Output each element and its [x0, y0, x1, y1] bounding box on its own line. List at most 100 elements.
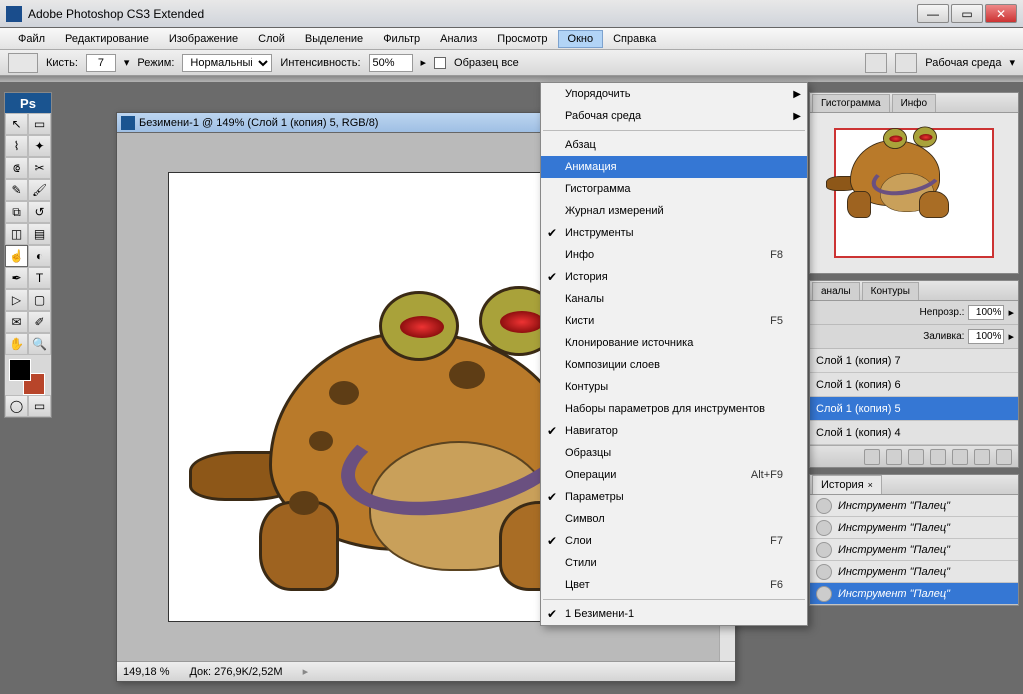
history-brush-tool[interactable]: ↺	[28, 201, 51, 223]
eraser-tool[interactable]: ◫	[5, 223, 28, 245]
menu-файл[interactable]: Файл	[8, 30, 55, 48]
fx-icon[interactable]	[886, 449, 902, 465]
navigator-thumbnail[interactable]	[834, 128, 994, 258]
new-layer-icon[interactable]	[974, 449, 990, 465]
status-arrow-icon[interactable]: ▸	[303, 665, 309, 678]
tab-paths[interactable]: Контуры	[862, 282, 919, 300]
opacity-arrow-icon[interactable]: ▸	[1008, 306, 1014, 319]
workspace-dropdown-icon[interactable]: ▾	[1009, 56, 1015, 69]
menu-item[interactable]: Гистограмма	[541, 178, 807, 200]
menu-item[interactable]: Упорядочить▶	[541, 83, 807, 105]
menu-окно[interactable]: Окно	[558, 30, 604, 48]
tab-history[interactable]: История×	[812, 475, 882, 494]
menu-редактирование[interactable]: Редактирование	[55, 30, 159, 48]
menu-item[interactable]: Образцы	[541, 442, 807, 464]
menu-item[interactable]: Стили	[541, 552, 807, 574]
intensity-input[interactable]	[369, 54, 413, 72]
quickmask-toggle[interactable]: ◯	[5, 395, 28, 417]
notes-tool[interactable]: ✉	[5, 311, 28, 333]
tool-preset-icon[interactable]	[8, 53, 38, 73]
menu-item[interactable]: Рабочая среда▶	[541, 105, 807, 127]
opt-icon-2[interactable]	[895, 53, 917, 73]
stamp-tool[interactable]: ⧉	[5, 201, 28, 223]
slice-tool[interactable]: ✂	[28, 157, 51, 179]
brush-size-input[interactable]	[86, 54, 116, 72]
trash-icon[interactable]	[996, 449, 1012, 465]
menu-слой[interactable]: Слой	[248, 30, 295, 48]
zoom-tool[interactable]: 🔍	[28, 333, 51, 355]
history-row[interactable]: Инструмент "Палец"	[810, 539, 1018, 561]
menu-item[interactable]: КистиF5	[541, 310, 807, 332]
color-swatches[interactable]	[5, 355, 51, 395]
history-row[interactable]: Инструмент "Палец"	[810, 495, 1018, 517]
lock-icon-2[interactable]	[832, 330, 846, 344]
adj-icon[interactable]	[930, 449, 946, 465]
fg-color-swatch[interactable]	[9, 359, 31, 381]
close-button[interactable]: ✕	[985, 4, 1017, 23]
history-row[interactable]: Инструмент "Палец"	[810, 561, 1018, 583]
menu-item[interactable]: Композиции слоев	[541, 354, 807, 376]
link-layers-icon[interactable]	[864, 449, 880, 465]
lock-icon-1[interactable]	[814, 330, 828, 344]
workspace-label[interactable]: Рабочая среда	[925, 57, 1001, 69]
wand-tool[interactable]: ✦	[28, 135, 51, 157]
opt-icon-1[interactable]	[865, 53, 887, 73]
mask-icon[interactable]	[908, 449, 924, 465]
tab-channels[interactable]: аналы	[812, 282, 860, 300]
minimize-button[interactable]: —	[917, 4, 949, 23]
pen-tool[interactable]: ✒	[5, 267, 28, 289]
menu-item[interactable]: ✔1 Безимени-1	[541, 603, 807, 625]
zoom-value[interactable]: 149,18 %	[123, 666, 169, 678]
menu-item[interactable]: ОперацииAlt+F9	[541, 464, 807, 486]
menu-фильтр[interactable]: Фильтр	[373, 30, 430, 48]
menu-item[interactable]: ✔Параметры	[541, 486, 807, 508]
brush-tool[interactable]: 🖌	[28, 179, 51, 201]
hand-tool[interactable]: ✋	[5, 333, 28, 355]
menu-item[interactable]: ✔Инструменты	[541, 222, 807, 244]
history-row[interactable]: Инструмент "Палец"	[810, 583, 1018, 605]
menu-item[interactable]: Символ	[541, 508, 807, 530]
menu-item[interactable]: Наборы параметров для инструментов	[541, 398, 807, 420]
shape-tool[interactable]: ▢	[28, 289, 51, 311]
type-tool[interactable]: T	[28, 267, 51, 289]
gradient-tool[interactable]: ▤	[28, 223, 51, 245]
lasso-tool[interactable]: ⌇	[5, 135, 28, 157]
tab-close-icon[interactable]: ×	[868, 480, 873, 490]
menu-item[interactable]: ИнфоF8	[541, 244, 807, 266]
layer-row[interactable]: Слой 1 (копия) 5	[810, 397, 1018, 421]
brush-dropdown-icon[interactable]: ▾	[124, 56, 130, 69]
menu-item[interactable]: Клонирование источника	[541, 332, 807, 354]
screenmode-toggle[interactable]: ▭	[28, 395, 51, 417]
menu-анализ[interactable]: Анализ	[430, 30, 487, 48]
layer-row[interactable]: Слой 1 (копия) 7	[810, 349, 1018, 373]
group-icon[interactable]	[952, 449, 968, 465]
maximize-button[interactable]: ▭	[951, 4, 983, 23]
lock-icon-3[interactable]	[850, 330, 864, 344]
menu-item[interactable]: Абзац	[541, 134, 807, 156]
menu-выделение[interactable]: Выделение	[295, 30, 373, 48]
menu-item[interactable]: Контуры	[541, 376, 807, 398]
menu-item[interactable]: Каналы	[541, 288, 807, 310]
intensity-arrow-icon[interactable]: ▸	[421, 56, 427, 69]
menu-справка[interactable]: Справка	[603, 30, 666, 48]
sample-all-checkbox[interactable]	[434, 57, 446, 69]
lock-icon-4[interactable]	[868, 330, 882, 344]
menu-изображение[interactable]: Изображение	[159, 30, 248, 48]
menu-item[interactable]: ✔Навигатор	[541, 420, 807, 442]
menu-просмотр[interactable]: Просмотр	[487, 30, 557, 48]
menu-item[interactable]: Журнал измерений	[541, 200, 807, 222]
menu-item[interactable]: Анимация	[541, 156, 807, 178]
menu-item[interactable]: ✔СлоиF7	[541, 530, 807, 552]
opacity-input[interactable]	[968, 305, 1004, 320]
eyedropper-tool[interactable]: ✐	[28, 311, 51, 333]
fill-arrow-icon[interactable]: ▸	[1008, 330, 1014, 343]
marquee-tool[interactable]: ▭	[28, 113, 51, 135]
layer-row[interactable]: Слой 1 (копия) 6	[810, 373, 1018, 397]
layer-row[interactable]: Слой 1 (копия) 4	[810, 421, 1018, 445]
doc-size-value[interactable]: Док: 276,9K/2,52M	[189, 666, 282, 678]
menu-item[interactable]: ✔История	[541, 266, 807, 288]
move-tool[interactable]: ↖	[5, 113, 28, 135]
menu-item[interactable]: ЦветF6	[541, 574, 807, 596]
path-tool[interactable]: ▷	[5, 289, 28, 311]
mode-select[interactable]: Нормальный	[182, 54, 272, 72]
